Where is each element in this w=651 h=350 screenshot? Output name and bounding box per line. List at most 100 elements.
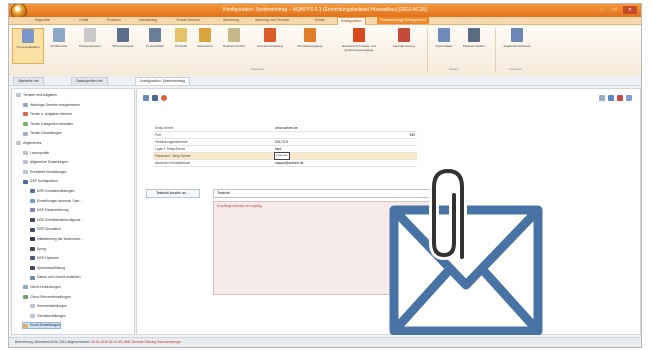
field-row[interactable]: Port 465 xyxy=(153,132,417,139)
minimize-icon[interactable]: – xyxy=(597,6,607,14)
tree-item-label: NSP-Simulation xyxy=(37,227,61,232)
tree-item-label: Client-Verbindungen xyxy=(30,285,61,289)
rechtevorschrift-icon xyxy=(228,28,240,42)
ribbon-datenparameter-button[interactable]: Datenparameter xyxy=(75,28,105,48)
field-row[interactable]: Smtp-Server www.sofrant.de xyxy=(153,125,417,132)
tree-item[interactable]: Termin-Einstellungen xyxy=(23,131,62,136)
tab-grafik[interactable]: Grafik xyxy=(79,18,88,22)
save-icon[interactable] xyxy=(152,95,158,101)
field-row[interactable]: Absender-Emailadresse aqasys@sofrant.de xyxy=(153,160,417,167)
refresh-icon[interactable] xyxy=(143,95,149,101)
tree-item[interactable]: Einstellungen automat. Spei... xyxy=(30,199,82,203)
tree-item-icon xyxy=(23,294,28,299)
tree-item-icon xyxy=(23,169,28,174)
tree-item[interactable]: Allgemeine Einstellungen xyxy=(23,160,68,165)
tree-item-label: Sprog xyxy=(37,246,47,251)
tree-item[interactable]: Termin-Kategorien verwalten xyxy=(23,122,73,126)
ribbon-erweiterte-prioritaeten-button[interactable]: Erweiterte Prioritäten und Quittierungsa… xyxy=(335,28,383,52)
tree-item[interactable]: Erweiterte Einstellungen xyxy=(23,170,67,174)
sps-parameter-icon xyxy=(117,28,129,42)
tree-item[interactable]: NSP-Grundeinstellungen xyxy=(30,189,75,194)
pin-icon[interactable] xyxy=(608,95,614,101)
tab-planwerkzeuge[interactable]: Planwerkzeuge Konfigurieren xyxy=(377,17,429,24)
tree-item[interactable]: Datum und Uhrzeit einstellen xyxy=(30,275,81,280)
ribbon-passwort-button[interactable]: Passwort ändern xyxy=(459,28,489,48)
tab-steuerung[interactable]: Steuerung xyxy=(223,18,239,22)
ribbon-stundenverwaltung-button[interactable]: Stundenverwaltung xyxy=(255,28,285,48)
ribbon-systemdaten-button[interactable]: Systemdaten xyxy=(429,28,459,48)
tree-item[interactable]: Allgemeines xyxy=(16,141,42,146)
tree-item-icon xyxy=(23,285,28,290)
ribbon-pv-bereiche-button[interactable]: PV-Bereiche xyxy=(44,28,74,48)
tree-item[interactable]: Sprog xyxy=(30,247,46,251)
send-testmail-button[interactable]: Testmail senden an ... xyxy=(146,189,200,198)
ribbon-dokumente-button[interactable]: Dokumente xyxy=(190,28,220,48)
tree-item[interactable]: Email-Einstellungen xyxy=(22,322,61,329)
prozessbilder-icon xyxy=(149,28,161,42)
body-hint: Empfängeradresse ist ungültig xyxy=(217,204,262,208)
stundenverwaltung-icon xyxy=(264,28,276,42)
help-icon[interactable] xyxy=(626,95,632,101)
tree-item-label: Datum und Uhrzeit einstellen xyxy=(37,275,81,280)
tree-item-icon xyxy=(30,313,35,318)
tree-item-icon xyxy=(30,237,35,242)
close-icon[interactable]: ✕ xyxy=(623,6,637,14)
ribbon-sps-parameter-button[interactable]: SPS-Parameter xyxy=(108,28,138,48)
tree-item-label: NSP Konfiguration xyxy=(30,179,58,184)
tab-extras[interactable]: Extras xyxy=(315,18,325,22)
tab-allgemein[interactable]: Allgemein xyxy=(35,18,50,22)
settings-icon[interactable] xyxy=(161,95,167,101)
password-field[interactable]: Passwort f. Smtp-Server ********* xyxy=(153,152,417,160)
app-window: Konfiguration: Systemeintrag – AQASYS 6.… xyxy=(8,3,642,348)
tree-item[interactable]: Termine und Aufgaben xyxy=(16,93,57,98)
tree-item-icon xyxy=(30,246,35,251)
tab-konfiguration[interactable]: Konfiguration xyxy=(337,17,366,25)
tree-item[interactable]: NSP-Simulation xyxy=(30,227,61,232)
tree-item[interactable]: NSP-Schnittstellenkonfigurat... xyxy=(30,218,83,222)
navigation-tree: Termine und Aufgaben Wartungs-Termine reo… xyxy=(11,88,135,335)
close-panel-icon[interactable] xyxy=(617,95,623,101)
tree-item[interactable]: Client-/Servereinstellungen xyxy=(23,295,71,299)
tab-termine[interactable]: Termin/Termine xyxy=(176,18,200,22)
tab-protokoll[interactable]: Protokoll xyxy=(107,18,121,22)
erweiterte-prioritaeten-icon xyxy=(353,28,365,42)
field-row[interactable]: Verbindungssicherheit SSL/TLS xyxy=(153,139,417,146)
tree-item[interactable]: NSP-Optionen xyxy=(30,256,59,261)
tree-item[interactable]: Client-Verbindungen xyxy=(23,285,61,290)
ribbon-registrierschluessel-button[interactable]: Registrierschlüsseln xyxy=(497,28,537,48)
tab-warnung[interactable]: Warnung und Termine xyxy=(255,18,289,22)
ribbon-tabs: Allgemein Grafik Protokoll Handelstag Te… xyxy=(9,17,641,25)
tree-item-label: Termin u. Aufgaben löschen xyxy=(30,112,72,117)
tree-item-icon xyxy=(16,141,21,146)
ribbon-fernalarmierung-button[interactable]: Fernalarmierung xyxy=(389,28,419,48)
protokoll-icon xyxy=(175,28,187,42)
tree-item[interactable]: Clienteinstellungen xyxy=(30,314,66,318)
tree-item-label: Client-/Servereinstellungen xyxy=(30,294,71,299)
doc-tab-startseite[interactable]: Startseite.frm xyxy=(13,77,44,85)
tree-item[interactable]: Speicherauflösung xyxy=(30,266,65,270)
ribbon-prozessvariablen-button[interactable]: Prozessvariablen xyxy=(12,28,44,64)
tree-item[interactable]: NSP Konfiguration xyxy=(23,179,58,184)
ribbon-prioritaetsausgaenge-button[interactable]: Prioritätsausgänge xyxy=(295,28,325,48)
doc-tab-konfiguration[interactable]: Konfiguration: Systemeintrag xyxy=(135,77,190,85)
tree-item-label: Clienteinstellungen xyxy=(37,313,66,318)
tree-item[interactable]: Wartungs-Termine reorganisieren xyxy=(23,103,80,107)
tree-item-label: Allgemeines xyxy=(23,141,42,145)
ribbon-rechtevorschrift-button[interactable]: Rechtevorschrift xyxy=(219,28,249,48)
tree-item-icon xyxy=(30,217,35,222)
tree-item[interactable]: NSP-Parametrierung xyxy=(30,208,68,213)
grid-icon[interactable] xyxy=(599,95,605,101)
maximize-icon[interactable]: □ xyxy=(610,6,620,14)
tree-item[interactable]: Servereinstellungen xyxy=(30,304,67,309)
tree-item[interactable]: Lizenzprofile xyxy=(23,151,49,155)
tree-item[interactable]: Termin u. Aufgaben löschen xyxy=(23,112,72,117)
tree-item-icon xyxy=(23,179,28,184)
doc-tab-datenquellen[interactable]: Datenquellen.frm xyxy=(71,77,108,85)
ribbon-group-label: Sonstiges xyxy=(509,67,523,71)
tab-handelstag[interactable]: Handelstag xyxy=(139,18,157,22)
tree-item[interactable]: Initialisierung der Modemsch... xyxy=(30,237,83,242)
tree-item-icon xyxy=(23,131,28,136)
field-row[interactable]: Login f. Smtp-Server kauf xyxy=(153,146,417,153)
tree-item-icon xyxy=(23,102,28,107)
pv-bereiche-icon xyxy=(53,28,65,42)
